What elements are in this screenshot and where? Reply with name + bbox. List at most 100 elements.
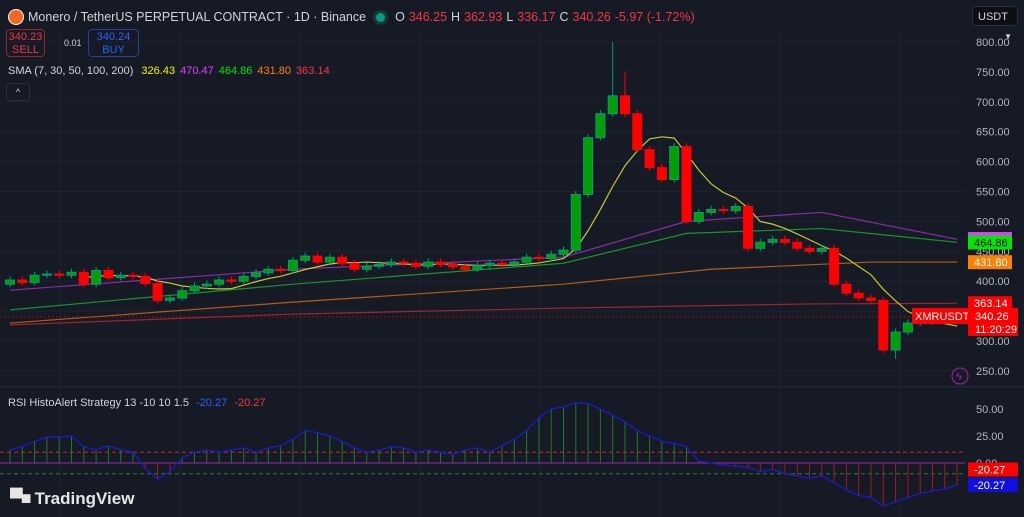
candle-body	[361, 265, 372, 270]
price-chart[interactable]: 800.00750.00700.00650.00600.00550.00500.…	[0, 0, 1024, 517]
price-axis-label: 300.00	[976, 336, 1010, 348]
candle-body	[706, 208, 717, 213]
candle-body	[349, 262, 360, 270]
candle-body	[472, 265, 483, 270]
candle-body	[410, 262, 421, 267]
candle-body	[902, 322, 913, 333]
candle-body	[324, 256, 335, 263]
candle-body	[78, 271, 89, 285]
sma7-line	[83, 136, 958, 327]
low-value: 336.17	[517, 10, 556, 24]
rsi-label-2: -20.27	[974, 480, 1005, 492]
candle-body	[164, 297, 175, 301]
candle-body	[841, 283, 852, 294]
candle-body	[558, 249, 569, 255]
candle-body	[374, 263, 384, 267]
candle-body	[17, 279, 28, 283]
candle-body	[743, 205, 753, 249]
candle-body	[792, 241, 803, 249]
candle-body	[140, 275, 151, 285]
rsi-axis-label: 50.00	[976, 404, 1004, 416]
price-axis-label: 400.00	[976, 276, 1010, 288]
candle-body	[152, 283, 163, 301]
candle-body	[583, 137, 594, 195]
candle-body	[656, 167, 667, 181]
lightning-glyph: ϟ	[956, 371, 962, 383]
buy-button[interactable]: 340.24 BUY	[88, 29, 139, 57]
open-value: 346.25	[408, 10, 448, 24]
candle-body	[115, 274, 126, 279]
symbol-title[interactable]: Monero / TetherUS PERPETUAL CONTRACT · 1…	[28, 10, 366, 24]
candle-body	[681, 146, 692, 222]
candle-body	[890, 331, 901, 351]
price-label: 464.86	[974, 237, 1008, 249]
candle-body	[423, 261, 434, 267]
candle-body	[730, 205, 741, 212]
candle-body	[103, 269, 114, 279]
candle-body	[644, 149, 655, 169]
candle-body	[435, 261, 446, 265]
candle-body	[337, 256, 348, 264]
candle-body	[607, 95, 618, 115]
candle-body	[189, 285, 200, 292]
sell-button[interactable]: 340.23 SELL	[6, 29, 45, 57]
candle-body	[816, 247, 827, 252]
market-status-icon	[376, 12, 386, 22]
close-value: 340.26	[572, 10, 611, 24]
high-value: 362.93	[464, 10, 503, 24]
candle-body	[767, 238, 778, 243]
spread-value: 0.01	[64, 38, 82, 48]
candle-body	[620, 95, 630, 115]
candle-body	[718, 208, 729, 212]
candle-body	[66, 271, 77, 276]
last-price: 340.26	[975, 311, 1009, 323]
sma-legend[interactable]: SMA (7, 30, 50, 100, 200) 326.43 470.47 46…	[8, 65, 335, 77]
candle-body	[214, 279, 225, 285]
candle-body	[398, 261, 409, 264]
sma50-line	[9, 227, 958, 311]
candle-body	[91, 269, 102, 285]
candle-body	[878, 299, 889, 351]
candle-body	[238, 275, 249, 282]
candle-body	[263, 268, 274, 274]
candle-body	[804, 247, 815, 252]
countdown: 11:20:29	[975, 324, 1017, 336]
candle-body	[5, 279, 15, 285]
candle-body	[226, 279, 237, 282]
candle-body	[447, 263, 458, 268]
candle-body	[460, 266, 471, 270]
candle-body	[128, 274, 138, 277]
candle-body	[287, 259, 298, 271]
price-axis-label: 600.00	[976, 157, 1010, 169]
chevron-down-icon: ▼	[1004, 32, 1012, 41]
candle-body	[521, 256, 532, 263]
symbol-header: Monero / TetherUS PERPETUAL CONTRACT · 1…	[8, 9, 695, 25]
candle-body	[312, 255, 323, 263]
candle-body	[533, 256, 544, 259]
candle-body	[632, 113, 643, 151]
rsi-axis-label: 25.00	[976, 431, 1004, 443]
collapse-legend-button[interactable]: ^	[6, 83, 30, 101]
candle-body	[866, 297, 876, 301]
candle-body	[509, 261, 520, 265]
candle-body	[669, 146, 680, 181]
currency-select[interactable]: USDT ▼	[972, 6, 1018, 41]
candle-body	[54, 273, 65, 276]
candle-body	[386, 261, 397, 265]
candle-body	[497, 262, 507, 265]
candle-body	[300, 255, 311, 261]
candle-body	[595, 113, 606, 139]
rsi-line	[9, 401, 958, 507]
rsi-label-1: -20.27	[974, 464, 1005, 476]
candle-body	[570, 193, 581, 251]
tv-logo-icon: ▀■	[10, 488, 32, 508]
price-axis-label: 550.00	[976, 187, 1010, 199]
rsi-legend[interactable]: RSI HistoAlert Strategy 13 -10 10 1.5 -2…	[8, 397, 266, 409]
candle-body	[41, 273, 52, 276]
candle-body	[779, 238, 790, 243]
price-label: 431.80	[974, 257, 1008, 269]
price-axis-label: 700.00	[976, 97, 1010, 109]
candle-body	[275, 268, 286, 271]
candle-body	[829, 247, 840, 285]
candle-body	[853, 292, 864, 299]
